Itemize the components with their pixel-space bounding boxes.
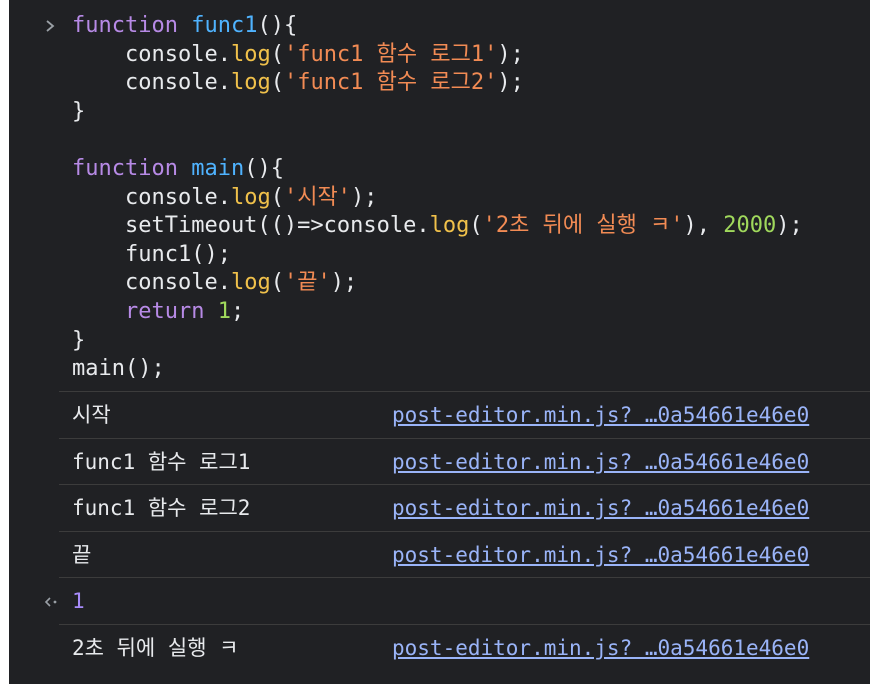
code-token: func1(); [72,241,231,267]
code-token: log [230,184,271,210]
code-token: ); [776,213,803,239]
code-token: log [230,70,271,96]
code-token: } [72,327,86,353]
devtools-console: function func1(){ console.log('func1 함수 … [9,0,870,684]
code-token: func1 [191,13,258,38]
result-row: 1 [44,577,870,624]
log-source-link[interactable]: post-editor.min.js? …0a54661e46e0 [392,625,809,671]
code-token: setTimeout(()=>console. [72,213,430,239]
code-token: (){ [244,155,284,181]
code-token: console. [72,270,231,296]
log-source-link[interactable]: post-editor.min.js? …0a54661e46e0 [392,439,809,485]
chevron-right-icon [44,19,58,33]
code-token: ( [270,270,284,296]
code-token: return [124,298,205,324]
log-row: 시작 post-editor.min.js? …0a54661e46e0 [59,391,870,438]
code-token: '끝' [283,270,331,296]
log-message: func1 함수 로그1 [72,450,251,474]
code-line: function func1(){ [72,12,803,41]
code-token: '2초 뒤에 실행 ㅋ' [482,213,684,239]
code-token: } [72,98,86,124]
log-message: 끝 [72,543,92,567]
code-line: } [72,98,803,127]
code-line: console.log('끝'); [72,269,803,298]
code-token: log [429,213,470,239]
code-token: console. [72,184,231,210]
code-token: 'func1 함수 로그1' [283,41,498,67]
code-token: ); [350,184,378,210]
code-line: func1(); [72,241,803,270]
code-input[interactable]: function func1(){ console.log('func1 함수 … [72,12,803,384]
code-token: ); [497,70,524,96]
code-token: 'func1 함수 로그2' [283,70,498,96]
code-token: main(); [72,356,165,382]
code-line: setTimeout(()=>console.log('2초 뒤에 실행 ㅋ')… [72,212,803,241]
code-token: ( [270,41,284,67]
code-token: ), [683,213,724,239]
code-token: (){ [257,13,298,38]
code-token: main [191,155,245,181]
code-token: ); [497,41,524,67]
code-token: function [72,155,178,181]
code-line: function main(){ [72,155,803,184]
code-token: console. [72,41,231,67]
code-token: 2000 [723,213,777,239]
code-token: '시작' [283,184,351,210]
code-line: console.log('func1 함수 로그1'); [72,41,803,70]
log-message: func1 함수 로그2 [72,496,251,520]
result-value[interactable]: 1 [72,578,85,624]
log-source-link[interactable]: post-editor.min.js? …0a54661e46e0 [392,532,809,578]
code-line: main(); [72,355,803,384]
code-token: ( [469,213,483,239]
code-line: console.log('시작'); [72,184,803,213]
code-token: ; [230,298,245,324]
code-token: ( [270,184,284,210]
code-token: log [230,270,271,296]
code-line: } [72,327,803,356]
code-token: ( [270,70,284,96]
log-source-link[interactable]: post-editor.min.js? …0a54661e46e0 [392,392,809,438]
log-source-link[interactable]: post-editor.min.js? …0a54661e46e0 [392,485,809,531]
code-token: function [72,13,178,38]
code-token: console. [72,70,231,96]
log-row: 2초 뒤에 실행 ㅋ post-editor.min.js? …0a54661e… [59,624,870,671]
return-arrow-icon [43,578,59,624]
log-message: 2초 뒤에 실행 ㅋ [72,636,239,660]
code-token: log [230,41,271,67]
code-line: return 1; [72,298,803,327]
code-line: console.log('func1 함수 로그2'); [72,69,803,98]
code-token: 1 [217,298,231,324]
code-token: ); [330,270,358,296]
log-row: func1 함수 로그2 post-editor.min.js? …0a5466… [59,484,870,531]
log-row: func1 함수 로그1 post-editor.min.js? …0a5466… [59,438,870,485]
log-message: 시작 [72,403,111,427]
log-row: 끝 post-editor.min.js? …0a54661e46e0 [59,531,870,578]
